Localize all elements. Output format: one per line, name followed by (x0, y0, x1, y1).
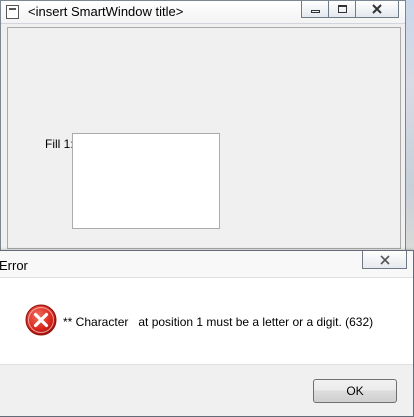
app-icon (6, 5, 19, 19)
minimize-icon (310, 9, 320, 13)
maximize-button[interactable] (328, 1, 356, 18)
ok-button[interactable]: OK (313, 379, 397, 403)
close-button[interactable] (355, 1, 399, 18)
window-client-area: Fill 1: (7, 27, 401, 249)
error-dialog-footer: OK (0, 364, 413, 416)
error-message: ** Character at position 1 must be a let… (63, 315, 374, 329)
maximize-icon (337, 5, 347, 13)
error-dialog-titlebar[interactable]: Error (0, 251, 413, 278)
close-icon (372, 4, 382, 14)
error-dialog-close-button[interactable] (362, 251, 407, 269)
error-dialog-title: Error (0, 258, 28, 273)
close-icon (379, 254, 390, 265)
error-icon (25, 304, 57, 336)
main-window: <insert SmartWindow title> Fill 1: (0, 0, 406, 252)
window-title: <insert SmartWindow title> (28, 4, 184, 19)
fill-1-input[interactable] (72, 133, 220, 229)
error-dialog-body: ** Character at position 1 must be a let… (0, 278, 413, 364)
minimize-button[interactable] (301, 1, 329, 18)
main-window-titlebar[interactable]: <insert SmartWindow title> (1, 1, 405, 24)
fill-1-label: Fill 1: (45, 137, 74, 151)
error-dialog: Error ** Character at position 1 must be… (0, 250, 414, 417)
caption-buttons (301, 1, 399, 19)
